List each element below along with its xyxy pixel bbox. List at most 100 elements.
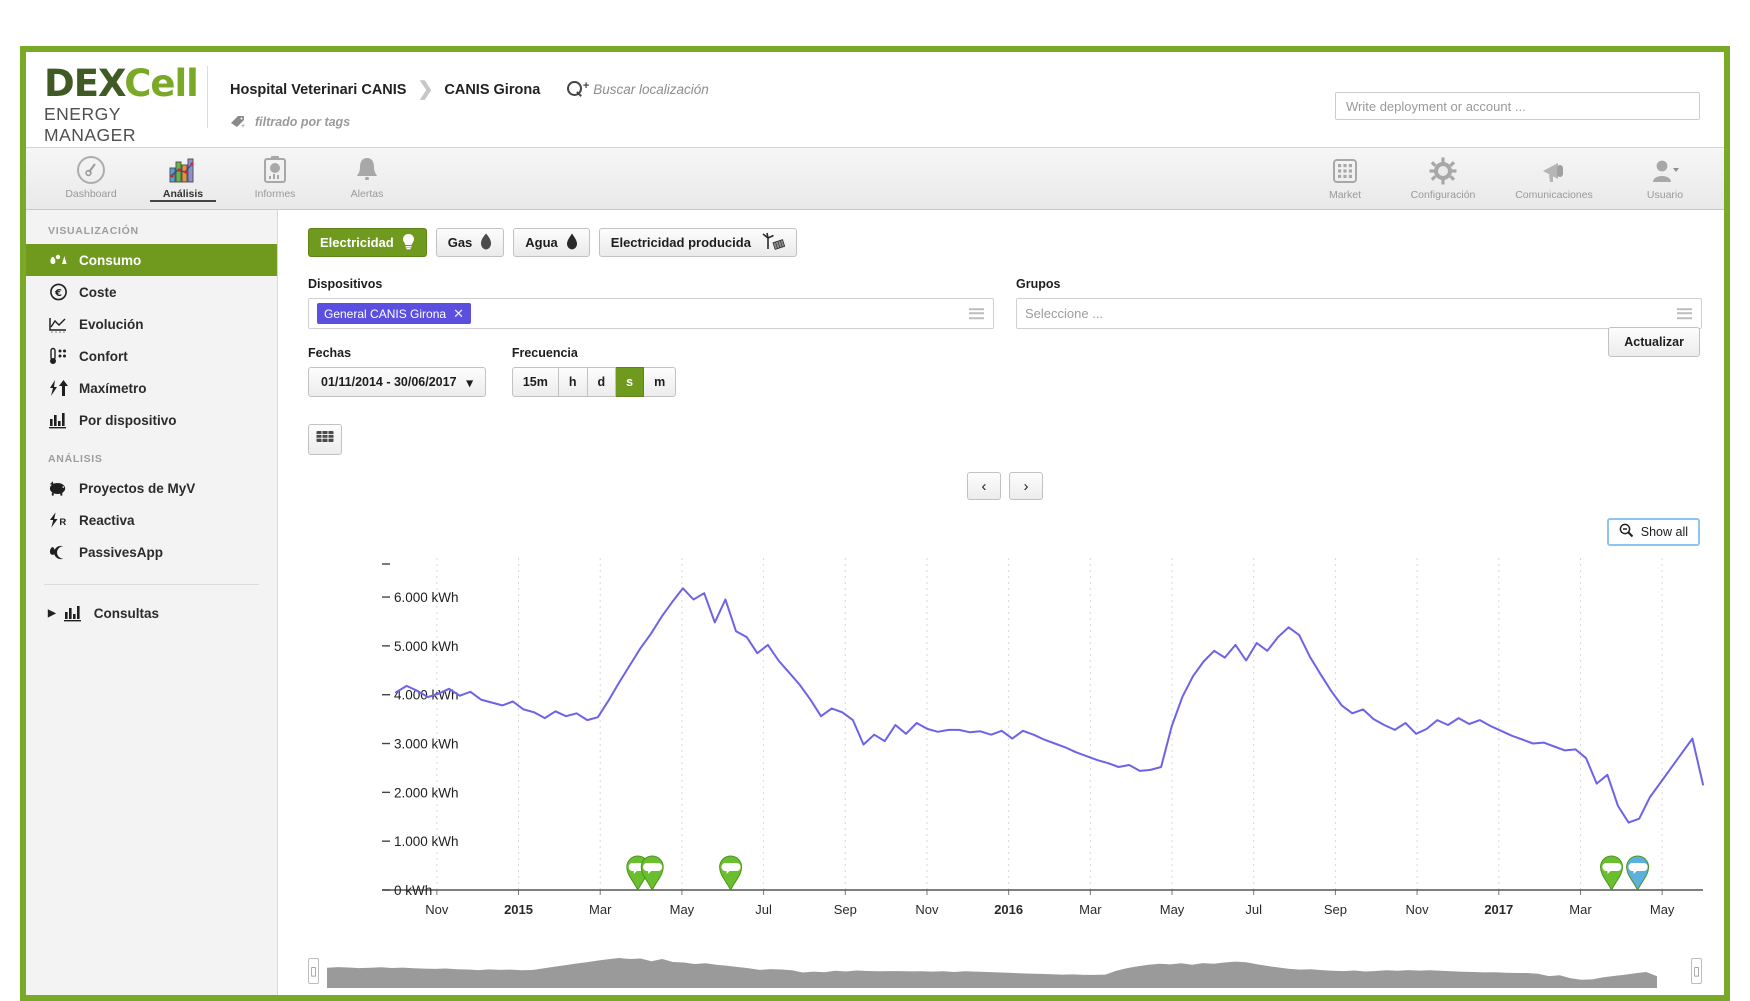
tab-agua[interactable]: Agua	[513, 228, 590, 257]
sidebar-item-maximetro[interactable]: Maxímetro	[26, 372, 277, 404]
water-drop-icon	[566, 233, 578, 253]
svg-text:3.000 kWh: 3.000 kWh	[394, 737, 459, 752]
sidebar-item-evolucion[interactable]: Evolución	[26, 308, 277, 340]
nav-item-market[interactable]: Market	[1312, 156, 1378, 201]
svg-text:€: €	[54, 288, 62, 299]
nav-item-usuario[interactable]: Usuario	[1632, 156, 1698, 201]
frequency-option-d[interactable]: d	[587, 367, 617, 397]
sidebar-item-coste[interactable]: € Coste	[26, 276, 277, 308]
nav-item-alertas[interactable]: Alertas	[334, 155, 400, 202]
chart-canvas[interactable]: Nov 2015 Mar May Jul Sep Nov 2016 Mar May Jul Sep No…	[308, 550, 1708, 980]
sidebar-label-consultas: Consultas	[93, 605, 159, 621]
brand-logo[interactable]: DEXCell ENERGY MANAGER	[26, 52, 201, 146]
sidebar-item-confort[interactable]: Confort	[26, 340, 277, 372]
tab-electricidad[interactable]: Electricidad	[308, 228, 427, 257]
sidebar-item-consumo[interactable]: Consumo	[26, 244, 277, 276]
close-icon[interactable]: ✕	[453, 306, 464, 322]
groups-field: Grupos Seleccione ...	[1016, 277, 1702, 329]
app-header: DEXCell ENERGY MANAGER Hospital Veterina…	[26, 52, 1724, 147]
device-chip-label: General CANIS Girona	[324, 306, 447, 321]
sidebar-label-confort: Confort	[79, 348, 128, 364]
sidebar: VISUALIZACIÓN Consumo € Coste Evolución	[26, 210, 278, 995]
next-period-button[interactable]: ›	[1009, 472, 1043, 500]
nav-label-alertas: Alertas	[350, 188, 384, 200]
dates-frequency-row: Fechas 01/11/2014 - 30/06/2017 ▾ Frecuen…	[308, 346, 1702, 397]
consumption-chart[interactable]: Nov 2015 Mar May Jul Sep Nov 2016 Mar May Jul Sep No…	[308, 550, 1704, 980]
nav-label-analisis: Análisis	[162, 188, 204, 200]
frequency-label: Frecuencia	[511, 346, 578, 360]
scroller-right-handle[interactable]: ▯	[1691, 958, 1702, 984]
devices-list-icon[interactable]	[969, 306, 984, 322]
svg-text:6.000 kWh: 6.000 kWh	[394, 590, 459, 605]
sidebar-item-por-dispositivo[interactable]: Por dispositivo	[26, 404, 277, 436]
svg-text:Nov: Nov	[425, 902, 449, 917]
breadcrumb-item-location[interactable]: CANIS Girona	[444, 82, 540, 98]
update-button[interactable]: Actualizar	[1608, 327, 1700, 357]
tab-electricidad-producida[interactable]: Electricidad producida	[598, 228, 797, 257]
svg-text:Mar: Mar	[1079, 902, 1102, 917]
show-all-button[interactable]: Show all	[1606, 518, 1700, 546]
account-search-placeholder: Write deployment or account ...	[1346, 98, 1526, 114]
frequency-option-m[interactable]: m	[644, 367, 677, 397]
nav-item-dashboard[interactable]: Dashboard	[58, 155, 124, 202]
groups-placeholder: Seleccione ...	[1025, 306, 1104, 321]
sidebar-item-proyectos-myv[interactable]: Proyectos de MyV	[26, 472, 277, 504]
gear-icon	[1410, 156, 1476, 186]
sidebar-item-reactiva[interactable]: R Reactiva	[26, 504, 277, 536]
nav-item-analisis[interactable]: Análisis	[150, 155, 216, 202]
svg-text:May: May	[1160, 902, 1185, 917]
expand-caret-icon[interactable]: ▶	[48, 608, 56, 619]
piggy-bank-icon	[48, 480, 68, 496]
chart-overview-strip[interactable]	[327, 954, 1683, 988]
date-range-picker[interactable]: 01/11/2014 - 30/06/2017 ▾	[308, 367, 486, 397]
account-search-input[interactable]: Write deployment or account ...	[1335, 92, 1700, 120]
breadcrumb-item-account[interactable]: Hospital Veterinari CANIS	[230, 82, 406, 98]
brand-name-dark: DEX	[44, 62, 125, 105]
date-range-value: 01/11/2014 - 30/06/2017	[321, 375, 457, 389]
nav-item-informes[interactable]: Informes	[242, 155, 308, 202]
main-content: Electricidad Gas Agua Electricidad produ…	[278, 210, 1724, 995]
solar-panel-button[interactable]	[308, 424, 342, 455]
chevron-down-icon: ▾	[466, 375, 473, 390]
search-plus-icon: +	[567, 80, 589, 98]
svg-text:Nov: Nov	[915, 902, 939, 917]
scroller-left-handle[interactable]: ▯	[308, 958, 319, 984]
groups-select[interactable]: Seleccione ...	[1016, 298, 1702, 329]
thermometer-icon	[48, 347, 68, 365]
sidebar-label-passivesapp: PassivesApp	[79, 544, 164, 560]
svg-text:Nov: Nov	[1406, 902, 1430, 917]
chart-range-scroller[interactable]: ▯ ▯	[308, 951, 1702, 991]
nav-item-comunicaciones[interactable]: Comunicaciones	[1508, 156, 1600, 201]
search-location-label: Buscar localización	[593, 82, 709, 97]
nav-label-comunicaciones: Comunicaciones	[1515, 189, 1593, 201]
svg-text:Jul: Jul	[755, 902, 772, 917]
frequency-option-s[interactable]: s	[616, 367, 645, 397]
groups-list-icon[interactable]	[1677, 306, 1692, 322]
nav-label-market: Market	[1328, 189, 1362, 201]
solar-panel-icon	[315, 429, 335, 450]
frequency-option-15m[interactable]: 15m	[511, 367, 559, 397]
nav-label-informes: Informes	[254, 188, 296, 200]
sidebar-section-analisis-title: ANÁLISIS	[48, 453, 103, 465]
device-chip[interactable]: General CANIS Girona ✕	[317, 303, 471, 324]
tag-filter-label: filtrado por tags	[255, 115, 351, 129]
nav-item-configuracion[interactable]: Configuración	[1410, 156, 1476, 201]
search-location[interactable]: + Buscar localización	[567, 80, 709, 98]
groups-label: Grupos	[1016, 277, 1061, 291]
chevron-right-icon: ❯	[417, 79, 434, 100]
prev-period-button[interactable]: ‹	[967, 472, 1001, 500]
sidebar-label-coste: Coste	[79, 284, 117, 300]
sidebar-item-passivesapp[interactable]: PassivesApp	[26, 536, 277, 568]
app-window: DEXCell ENERGY MANAGER Hospital Veterina…	[20, 46, 1730, 1001]
show-all-label: Show all	[1640, 525, 1688, 539]
tab-gas[interactable]: Gas	[435, 228, 505, 257]
sidebar-section-visualizacion-title: VISUALIZACIÓN	[48, 225, 139, 237]
selection-fields: Dispositivos General CANIS Girona ✕ Grup…	[308, 277, 1702, 329]
nav-label-configuracion: Configuración	[1410, 189, 1476, 201]
devices-select[interactable]: General CANIS Girona ✕	[308, 298, 994, 329]
sidebar-item-consultas[interactable]: ▶ Consultas	[26, 597, 277, 629]
moon-leaf-icon	[48, 544, 68, 561]
sidebar-divider	[44, 584, 259, 585]
svg-text:May: May	[670, 902, 695, 917]
frequency-option-h[interactable]: h	[558, 367, 588, 397]
